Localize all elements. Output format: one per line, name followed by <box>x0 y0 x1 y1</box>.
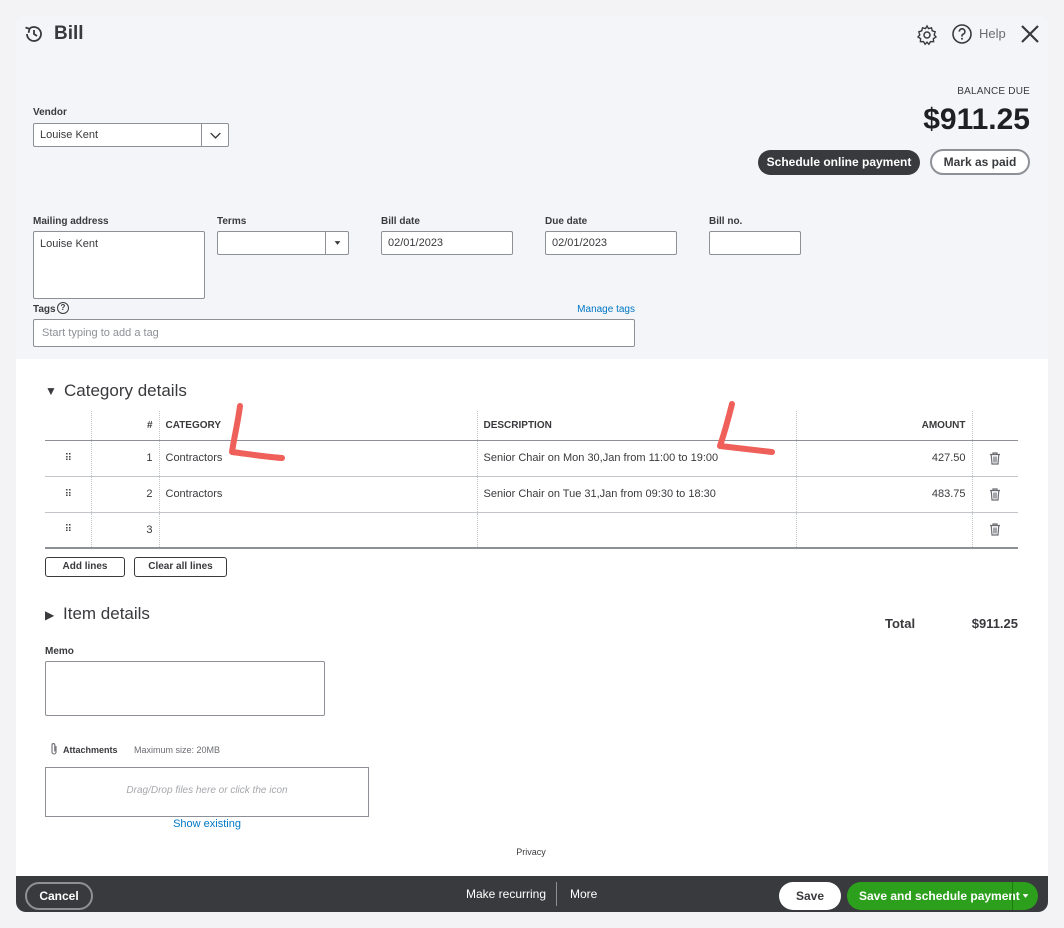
bill-window: Bill Help BALANCE DUE $911.25 Schedule o… <box>16 16 1048 912</box>
collapse-triangle-icon[interactable]: ▼ <box>45 384 57 398</box>
amount-cell[interactable] <box>795 512 972 549</box>
drag-column-header <box>45 411 91 441</box>
bill-no-field[interactable] <box>709 231 801 255</box>
tags-label: Tags <box>33 304 56 315</box>
drag-handle-icon[interactable]: ⠿ <box>45 512 91 549</box>
tags-input[interactable]: Start typing to add a tag <box>33 319 635 347</box>
caret-down-icon[interactable] <box>1012 882 1038 910</box>
attachments-label: Attachments <box>63 745 118 755</box>
privacy-link[interactable]: Privacy <box>506 847 556 857</box>
delete-cell[interactable] <box>971 440 1018 477</box>
help-label[interactable]: Help <box>979 26 1006 41</box>
attachment-dropzone[interactable]: Drag/Drop files here or click the icon <box>45 767 369 817</box>
row-number: 1 <box>90 440 159 477</box>
description-cell[interactable] <box>476 512 796 549</box>
vendor-label: Vendor <box>33 107 67 118</box>
manage-tags-link[interactable]: Manage tags <box>556 304 635 315</box>
memo-label: Memo <box>45 646 74 657</box>
recent-history-icon[interactable] <box>23 23 45 45</box>
balance-due-amount: $911.25 <box>923 103 1030 136</box>
table-row[interactable]: ⠿ 3 <box>45 512 1018 549</box>
description-cell[interactable]: Senior Chair on Mon 30,Jan from 11:00 to… <box>476 440 796 477</box>
description-cell[interactable]: Senior Chair on Tue 31,Jan from 09:30 to… <box>476 476 796 513</box>
help-icon[interactable] <box>951 23 973 45</box>
schedule-online-payment-button[interactable]: Schedule online payment <box>758 150 920 175</box>
amount-cell[interactable]: 427.50 <box>795 440 972 477</box>
bill-date-label: Bill date <box>381 216 420 227</box>
due-date-label: Due date <box>545 216 588 227</box>
cancel-button[interactable]: Cancel <box>25 882 93 910</box>
paperclip-icon <box>51 743 57 755</box>
max-size-text: Maximum size: 20MB <box>134 745 221 755</box>
drag-handle-icon[interactable]: ⠿ <box>45 440 91 477</box>
add-lines-button[interactable]: Add lines <box>45 557 125 577</box>
footer-bar: Cancel Make recurring More Save Save and… <box>16 876 1048 912</box>
due-date-field[interactable]: 02/01/2023 <box>545 231 677 255</box>
close-icon[interactable] <box>1019 23 1041 45</box>
description-column-header: DESCRIPTION <box>476 411 796 441</box>
mailing-address-label: Mailing address <box>33 216 109 227</box>
drag-handle-icon[interactable]: ⠿ <box>45 476 91 513</box>
gear-icon[interactable] <box>916 24 938 46</box>
amount-column-header: AMOUNT <box>795 411 972 441</box>
footer-divider <box>556 882 557 906</box>
num-column-header: # <box>90 411 159 441</box>
row-number: 2 <box>90 476 159 513</box>
trash-icon[interactable] <box>989 487 1001 501</box>
terms-label: Terms <box>217 216 247 227</box>
expand-triangle-icon[interactable]: ▶ <box>45 608 54 622</box>
memo-field[interactable] <box>45 661 325 716</box>
bill-no-label: Bill no. <box>709 216 743 227</box>
category-cell[interactable]: Contractors <box>158 440 477 477</box>
make-recurring-button[interactable]: Make recurring <box>466 887 546 901</box>
row-number: 3 <box>90 512 159 549</box>
trash-icon[interactable] <box>989 523 1001 536</box>
total-label: Total <box>885 616 916 631</box>
vendor-select[interactable]: Louise Kent <box>33 123 229 147</box>
mailing-address-field[interactable]: Louise Kent <box>33 231 205 299</box>
bill-date-field[interactable]: 02/01/2023 <box>381 231 513 255</box>
trash-icon[interactable] <box>989 451 1001 465</box>
category-column-header: CATEGORY <box>158 411 477 441</box>
save-and-schedule-payment-button[interactable]: Save and schedule payment <box>847 882 1038 910</box>
category-cell[interactable]: Contractors <box>158 476 477 513</box>
delete-cell[interactable] <box>971 512 1018 549</box>
clear-all-lines-button[interactable]: Clear all lines <box>134 557 227 577</box>
page-title: Bill <box>54 23 84 44</box>
delete-column-header <box>971 411 1018 441</box>
balance-due-label: BALANCE DUE <box>957 86 1030 97</box>
category-table: # CATEGORY DESCRIPTION AMOUNT ⠿ 1 Contra… <box>45 411 1018 549</box>
chevron-down-icon[interactable] <box>201 123 229 147</box>
show-existing-link[interactable]: Show existing <box>45 818 369 830</box>
save-button[interactable]: Save <box>779 882 841 910</box>
table-row[interactable]: ⠿ 1 Contractors Senior Chair on Mon 30,J… <box>45 440 1018 477</box>
delete-cell[interactable] <box>971 476 1018 513</box>
total-value: $911.25 <box>971 616 1018 631</box>
item-details-title[interactable]: Item details <box>63 604 150 624</box>
amount-cell[interactable]: 483.75 <box>795 476 972 513</box>
caret-down-icon[interactable] <box>325 231 349 255</box>
category-details-title[interactable]: Category details <box>64 381 187 401</box>
bill-header: Bill Help BALANCE DUE $911.25 Schedule o… <box>16 16 1048 359</box>
table-row[interactable]: ⠿ 2 Contractors Senior Chair on Tue 31,J… <box>45 476 1018 513</box>
mark-as-paid-button[interactable]: Mark as paid <box>930 149 1030 175</box>
more-button[interactable]: More <box>570 887 597 901</box>
tags-help-icon[interactable]: ? <box>57 302 69 314</box>
category-cell[interactable] <box>158 512 477 549</box>
